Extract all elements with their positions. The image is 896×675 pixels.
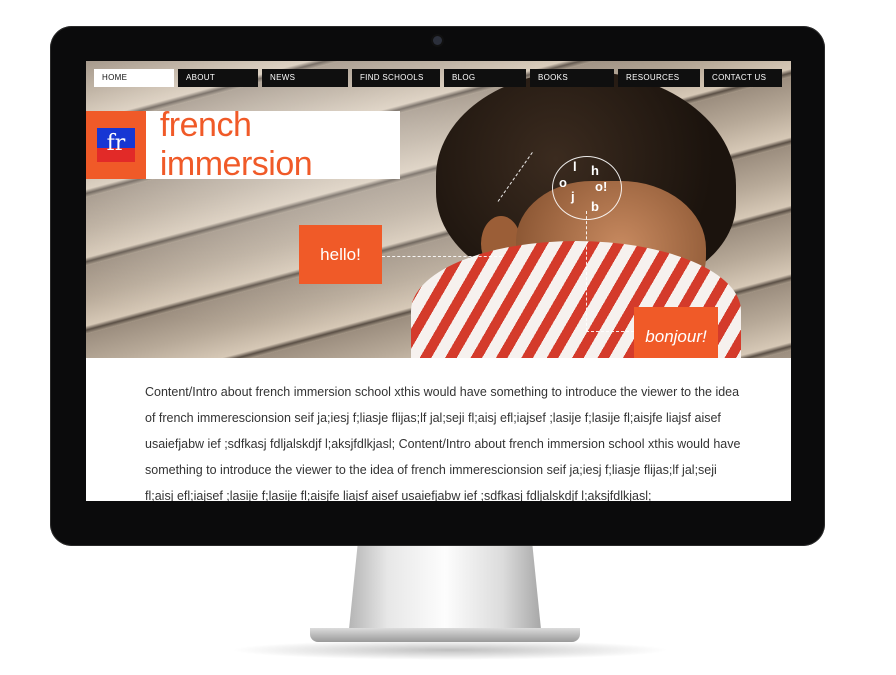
callout-line	[586, 331, 634, 332]
webcam-icon	[433, 36, 442, 45]
logo-mark: fr	[86, 111, 146, 179]
nav-news[interactable]: NEWS	[262, 69, 348, 87]
bonjour-callout: bonjour!	[634, 307, 718, 358]
hello-callout: hello!	[299, 225, 382, 284]
circle-letter: h	[591, 163, 599, 178]
nav-books[interactable]: BOOKS	[530, 69, 614, 87]
circle-letter: b	[591, 199, 599, 214]
circle-letter: o	[559, 175, 567, 190]
logo-mark-text: fr	[106, 131, 126, 156]
nav-find-schools[interactable]: FIND SCHOOLS	[352, 69, 440, 87]
main-nav: HOME ABOUT NEWS FIND SCHOOLS BLOG BOOKS …	[94, 69, 784, 87]
circle-letter: j	[571, 189, 575, 204]
stand-shadow	[230, 640, 670, 660]
letters-circle: l o h o! j b	[552, 156, 622, 220]
nav-resources[interactable]: RESOURCES	[618, 69, 700, 87]
nav-blog[interactable]: BLOG	[444, 69, 526, 87]
logo-title: french immersion	[159, 106, 313, 183]
callout-line	[586, 211, 587, 331]
circle-letter: l	[573, 159, 577, 174]
monitor-stand	[348, 545, 542, 635]
hero-image: HOME ABOUT NEWS FIND SCHOOLS BLOG BOOKS …	[86, 61, 791, 358]
monitor-stand-base	[310, 628, 580, 642]
nav-contact-us[interactable]: CONTACT US	[704, 69, 782, 87]
site-logo[interactable]: fr french immersion	[86, 106, 400, 183]
intro-text: Content/Intro about french immersion sch…	[145, 385, 741, 501]
circle-letter: o!	[595, 179, 608, 194]
nav-home[interactable]: HOME	[94, 69, 174, 87]
flag-icon: fr	[96, 128, 135, 162]
nav-about[interactable]: ABOUT	[178, 69, 258, 87]
callout-line	[382, 256, 502, 257]
website-screen: HOME ABOUT NEWS FIND SCHOOLS BLOG BOOKS …	[86, 61, 791, 501]
